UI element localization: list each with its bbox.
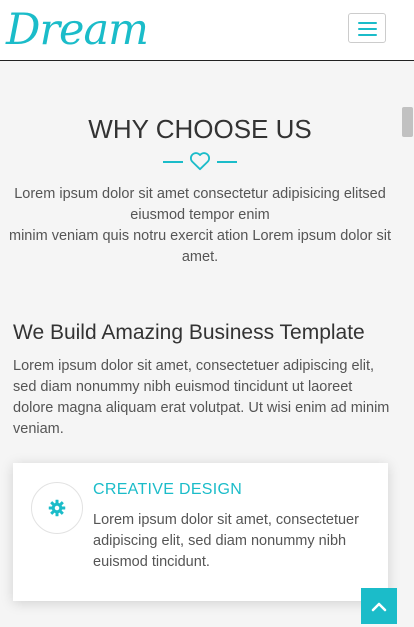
intro-line-1: Lorem ipsum dolor sit amet consectetur a… (14, 186, 386, 223)
feature-description: Lorem ipsum dolor sit amet, consectetuer… (93, 512, 359, 570)
build-heading: We Build Amazing Business Template (13, 321, 365, 344)
build-paragraph: Lorem ipsum dolor sit amet, consectetuer… (13, 358, 390, 437)
hamburger-menu-icon (358, 34, 377, 36)
menu-toggle-button[interactable] (348, 13, 386, 43)
hamburger-menu-icon (358, 28, 377, 30)
feature-title: CREATIVE DESIGN (93, 481, 243, 498)
intro-line-2: minim veniam quis notru exercit ation Lo… (9, 228, 391, 265)
section-title: WHY CHOOSE US (88, 114, 312, 144)
section-intro: Lorem ipsum dolor sit amet consectetur a… (8, 184, 392, 268)
feature-card-creative-design: CREATIVE DESIGN Lorem ipsum dolor sit am… (13, 463, 388, 601)
brand-logo[interactable]: Dream (6, 4, 149, 56)
hamburger-menu-icon (358, 22, 377, 24)
back-to-top-button[interactable] (361, 588, 397, 624)
gear-icon (48, 499, 66, 517)
title-divider (163, 150, 237, 172)
heart-icon (189, 152, 211, 171)
chevron-up-icon (371, 602, 387, 612)
navbar: Dream (0, 0, 414, 61)
page-scrollbar[interactable] (402, 107, 413, 137)
feature-icon-circle (31, 482, 83, 534)
